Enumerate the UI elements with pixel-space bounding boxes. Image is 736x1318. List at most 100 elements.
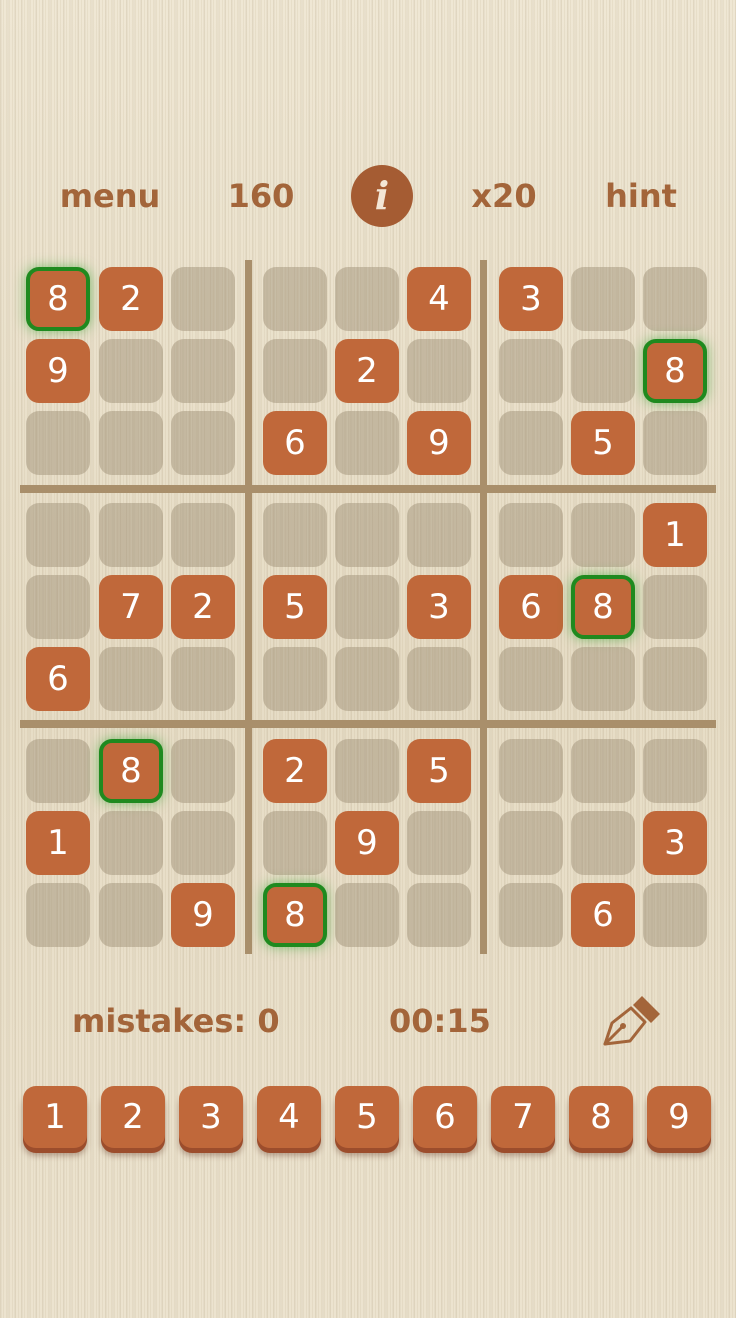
- number-key-2[interactable]: 2: [101, 1086, 165, 1148]
- board-cell[interactable]: 8: [99, 739, 163, 803]
- board-cell[interactable]: [99, 339, 163, 403]
- board-cell[interactable]: 9: [26, 339, 90, 403]
- board-cell[interactable]: [499, 739, 563, 803]
- number-key-3[interactable]: 3: [179, 1086, 243, 1148]
- board-cell[interactable]: [99, 411, 163, 475]
- board-cell[interactable]: [171, 339, 235, 403]
- pen-nib-icon[interactable]: [601, 995, 663, 1047]
- board-cell[interactable]: [499, 647, 563, 711]
- board-cell[interactable]: [643, 575, 707, 639]
- board-cell[interactable]: [99, 883, 163, 947]
- board-cell[interactable]: [171, 739, 235, 803]
- board-cell[interactable]: 4: [407, 267, 471, 331]
- board-cell[interactable]: [571, 811, 635, 875]
- board-cell[interactable]: [499, 503, 563, 567]
- board-cell[interactable]: [407, 883, 471, 947]
- board-cell[interactable]: [643, 411, 707, 475]
- board-cell[interactable]: 9: [407, 411, 471, 475]
- board-cell[interactable]: [571, 739, 635, 803]
- block-divider-horizontal: [20, 485, 716, 493]
- board-cell[interactable]: [263, 339, 327, 403]
- board-cell[interactable]: 5: [407, 739, 471, 803]
- board-cell[interactable]: 9: [335, 811, 399, 875]
- board-cell[interactable]: [26, 739, 90, 803]
- board-cell[interactable]: [335, 411, 399, 475]
- board-cell[interactable]: 1: [26, 811, 90, 875]
- board-cell[interactable]: [263, 503, 327, 567]
- board-cell[interactable]: [335, 647, 399, 711]
- board-cell[interactable]: [335, 267, 399, 331]
- board-cell[interactable]: 6: [263, 411, 327, 475]
- board-cell[interactable]: 9: [171, 883, 235, 947]
- board-cell[interactable]: 3: [407, 575, 471, 639]
- board-cell[interactable]: [263, 647, 327, 711]
- board-cell[interactable]: [499, 411, 563, 475]
- number-pad: 123456789: [0, 1086, 736, 1158]
- board-cell[interactable]: [407, 811, 471, 875]
- board-cell[interactable]: 7: [99, 575, 163, 639]
- board-cell[interactable]: [407, 647, 471, 711]
- board-cell[interactable]: [171, 411, 235, 475]
- board-cell[interactable]: 1: [643, 503, 707, 567]
- board-cell[interactable]: [171, 647, 235, 711]
- board-cell[interactable]: [335, 739, 399, 803]
- board-cell[interactable]: [407, 339, 471, 403]
- board-cell[interactable]: [499, 811, 563, 875]
- board-cell[interactable]: [571, 503, 635, 567]
- number-key-8[interactable]: 8: [569, 1086, 633, 1148]
- board-cell[interactable]: [171, 267, 235, 331]
- board-cell[interactable]: 6: [571, 883, 635, 947]
- board-cell[interactable]: [99, 811, 163, 875]
- board-cell[interactable]: 8: [263, 883, 327, 947]
- board-cell[interactable]: [26, 883, 90, 947]
- board-cell[interactable]: [263, 811, 327, 875]
- number-key-9[interactable]: 9: [647, 1086, 711, 1148]
- board-cell[interactable]: [643, 883, 707, 947]
- board-cell[interactable]: 8: [571, 575, 635, 639]
- number-key-4[interactable]: 4: [257, 1086, 321, 1148]
- board-cell[interactable]: [571, 267, 635, 331]
- board-cell[interactable]: [335, 503, 399, 567]
- board-cell[interactable]: 6: [26, 647, 90, 711]
- board-cell[interactable]: [335, 883, 399, 947]
- board-cell[interactable]: [99, 503, 163, 567]
- board-cell[interactable]: [499, 339, 563, 403]
- number-key-1[interactable]: 1: [23, 1086, 87, 1148]
- sudoku-board: 824392869517253686825193986: [0, 0, 736, 980]
- block-divider-vertical: [245, 260, 252, 954]
- mistakes-counter: mistakes: 0: [72, 1002, 280, 1040]
- board-cell[interactable]: [26, 503, 90, 567]
- number-key-7[interactable]: 7: [491, 1086, 555, 1148]
- board-cell[interactable]: [335, 575, 399, 639]
- board-cell[interactable]: 6: [499, 575, 563, 639]
- board-cell[interactable]: [643, 267, 707, 331]
- board-cell[interactable]: 2: [263, 739, 327, 803]
- board-cell[interactable]: [171, 503, 235, 567]
- board-cell[interactable]: 5: [571, 411, 635, 475]
- board-cell[interactable]: 8: [643, 339, 707, 403]
- status-bar: mistakes: 0 00:15: [0, 995, 736, 1047]
- board-cell[interactable]: [99, 647, 163, 711]
- board-cell[interactable]: [26, 575, 90, 639]
- timer: 00:15: [389, 1002, 491, 1040]
- board-cell[interactable]: [171, 811, 235, 875]
- board-cell[interactable]: 2: [171, 575, 235, 639]
- board-cell[interactable]: 3: [499, 267, 563, 331]
- block-divider-vertical: [480, 260, 487, 954]
- block-divider-horizontal: [20, 720, 716, 728]
- board-cell[interactable]: [263, 267, 327, 331]
- board-cell[interactable]: [643, 647, 707, 711]
- board-cell[interactable]: [26, 411, 90, 475]
- board-cell[interactable]: 5: [263, 575, 327, 639]
- board-cell[interactable]: [499, 883, 563, 947]
- board-cell[interactable]: 2: [99, 267, 163, 331]
- board-cell[interactable]: [571, 339, 635, 403]
- board-cell[interactable]: [643, 739, 707, 803]
- board-cell[interactable]: 8: [26, 267, 90, 331]
- number-key-6[interactable]: 6: [413, 1086, 477, 1148]
- board-cell[interactable]: [407, 503, 471, 567]
- board-cell[interactable]: 2: [335, 339, 399, 403]
- board-cell[interactable]: [571, 647, 635, 711]
- board-cell[interactable]: 3: [643, 811, 707, 875]
- number-key-5[interactable]: 5: [335, 1086, 399, 1148]
